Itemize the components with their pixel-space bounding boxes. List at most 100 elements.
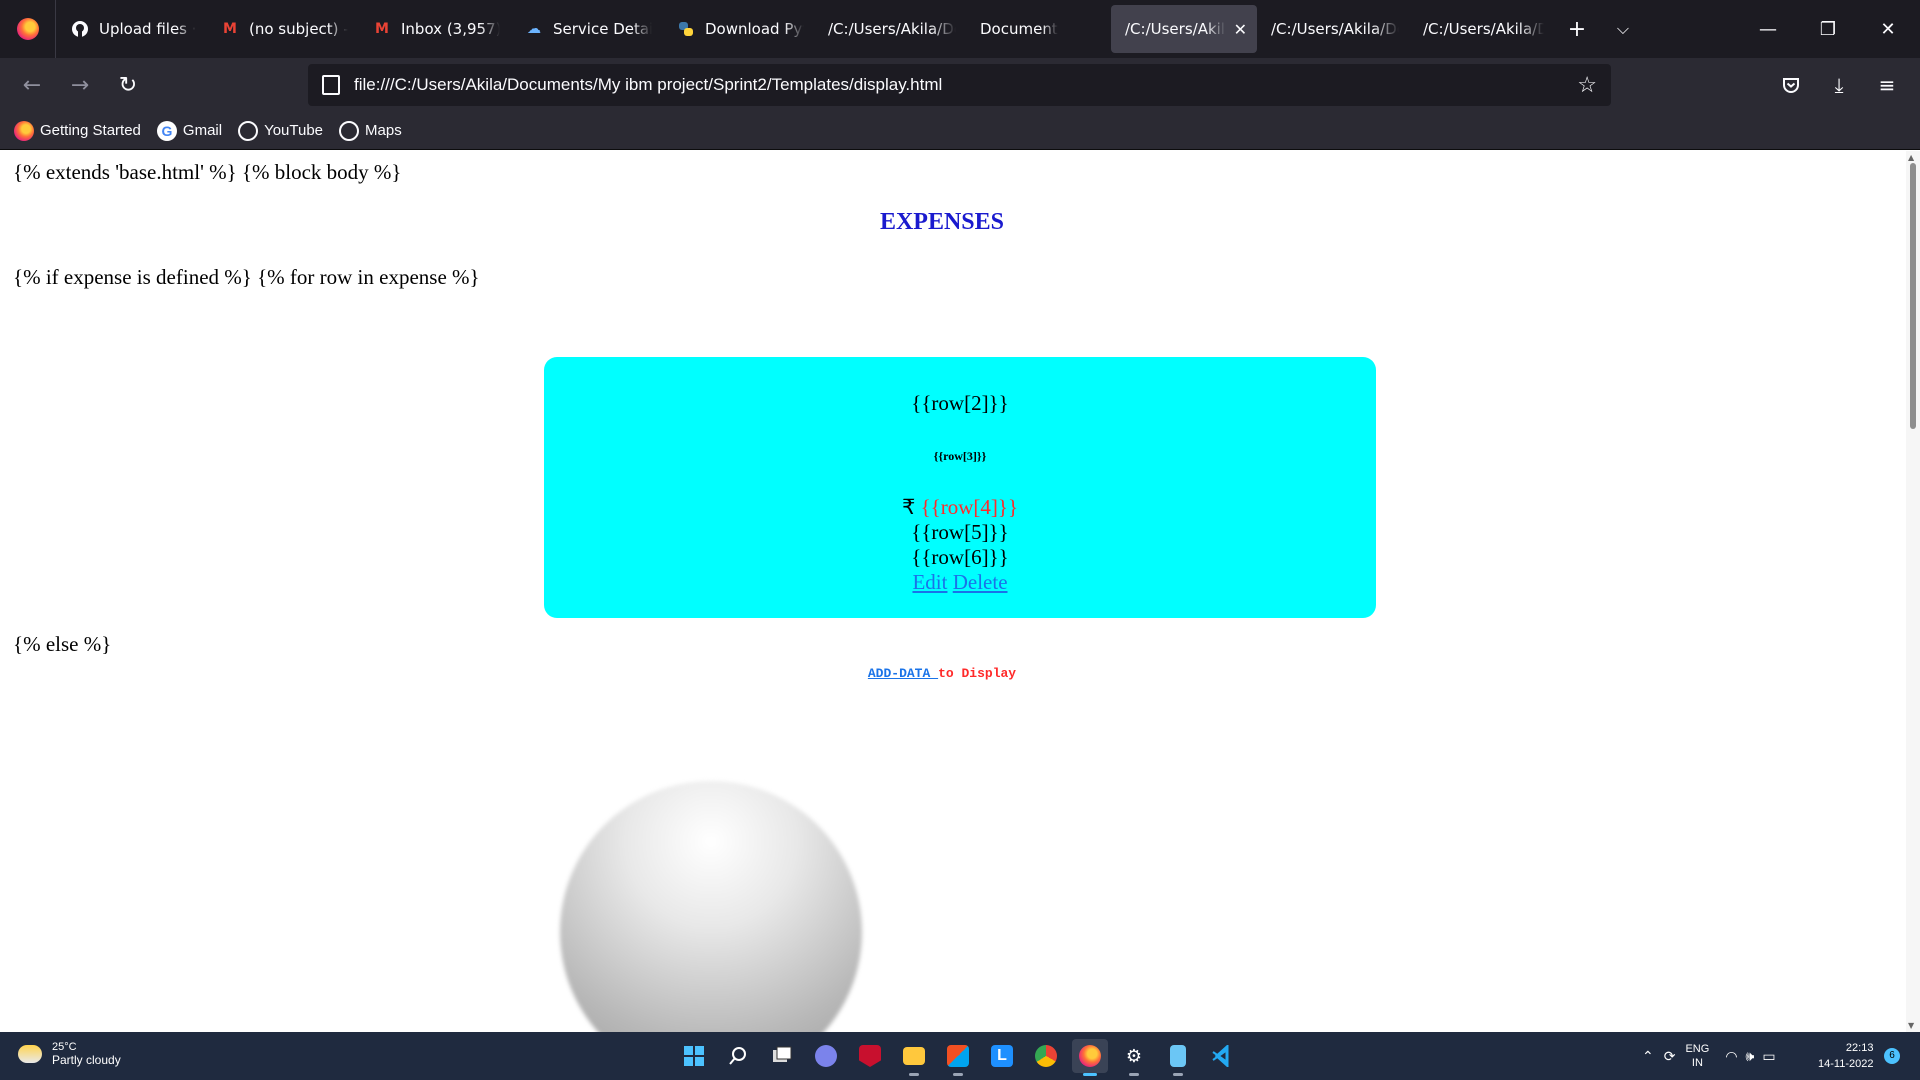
teams-chat-icon[interactable] [808,1039,844,1073]
url-text: file:///C:/Users/Akila/Documents/My ibm … [354,75,943,94]
gmail-icon: M [375,21,389,37]
mcafee-icon[interactable] [852,1039,888,1073]
firefox-icon [14,120,34,141]
downloads-icon[interactable]: ⤓ [1819,65,1859,105]
globe-icon [238,120,259,141]
row-6-text: {{row[6]}} [911,545,1009,569]
page-title: EXPENSES [879,209,1005,235]
file-explorer-icon[interactable] [896,1039,932,1076]
temperature: 25°C [52,1041,77,1053]
list-all-tabs-chevron-icon[interactable]: ⌵ [1600,6,1646,52]
row-4-amount: {{row[4]}} [920,495,1019,519]
github-icon [70,19,90,39]
url-bar[interactable]: file:///C:/Users/Akila/Documents/My ibm … [308,64,1611,106]
system-tray: ⌃ ⟳ ENG IN ◠ 🕪 ▭ [1642,1042,1776,1070]
bookmarks-bar: Getting Started G Gmail YouTube Maps [0,112,1920,150]
new-tab-plus-icon[interactable]: + [1554,6,1600,52]
clock[interactable]: 22:13 14-11-2022 [1818,1040,1873,1072]
add-data-suffix: to Display [938,666,1017,681]
page-scrollbar[interactable]: ▲ ▼ [1906,151,1920,1032]
weather-condition: Partly cloudy [52,1053,121,1067]
microsoft-store-icon[interactable] [940,1039,976,1076]
region-code: IN [1691,1057,1703,1069]
weather-widget[interactable]: 25°C Partly cloudy [18,1041,121,1067]
tab-upload-files[interactable]: Upload files · [56,6,206,52]
chrome-icon[interactable] [1028,1039,1064,1073]
forward-arrow-icon[interactable]: → [56,65,104,105]
start-windows-icon[interactable] [676,1039,712,1073]
card-values: ₹ {{row[4]}} {{row[5]}} {{row[6]}} Edit … [544,495,1376,595]
amount-line: ₹ {{row[4]}} [544,495,1376,520]
clock-time: 22:13 [1845,1042,1874,1054]
tab-download-python[interactable]: Download Pyt [662,6,814,52]
close-window-icon[interactable]: ✕ [1858,0,1918,58]
tab-file-3[interactable]: /C:/Users/Akila/Do [1409,6,1554,52]
globe-icon [339,120,360,141]
minimize-icon[interactable]: — [1738,0,1798,58]
windows-taskbar: 25°C Partly cloudy L ⚙ ⌃ ⟳ ENG IN ◠ 🕪 ▭ … [0,1032,1920,1080]
row-3-text: {{row[3]}} [933,449,987,463]
template-extends-line: {% extends 'base.html' %} {% block body … [13,160,402,184]
restore-icon[interactable]: ❐ [1798,0,1858,58]
template-if-line: {% if expense is defined %} {% for row i… [13,265,480,289]
google-icon: G [156,120,177,141]
expense-card: {{row[2]}} {{row[3]}} ₹ {{row[4]}} {{row… [544,357,1376,618]
sphere-image [560,781,862,1032]
back-arrow-icon[interactable]: ← [8,65,56,105]
tab-bar: Upload files · M (no subject) - M Inbox … [0,0,1920,58]
notification-badge[interactable]: 6 [1884,1048,1900,1064]
bookmark-star-icon[interactable]: ☆ [1577,72,1597,98]
taskbar-apps: L ⚙ [676,1039,1248,1076]
add-data-link[interactable]: ADD-DATA [868,666,938,681]
sync-icon[interactable]: ⟳ [1664,1048,1676,1065]
wifi-icon[interactable]: ◠ [1725,1048,1737,1065]
settings-gear-icon[interactable]: ⚙ [1116,1039,1152,1076]
navigation-bar: ← → ↻ file:///C:/Users/Akila/Documents/M… [0,58,1920,112]
menu-hamburger-icon[interactable]: ≡ [1867,65,1907,105]
tab-no-subject[interactable]: M (no subject) - [206,6,358,52]
bookmark-youtube[interactable]: YouTube [238,120,323,141]
battery-icon[interactable]: ▭ [1762,1048,1775,1065]
edit-link[interactable]: Edit [912,570,947,594]
tab-file-1[interactable]: /C:/Users/Akila/Do [814,6,966,52]
add-data-message: ADD-DATA to Display [0,666,1884,681]
clock-date: 14-11-2022 [1818,1058,1874,1070]
cloud-icon: ☁ [527,21,541,37]
language-indicator[interactable]: ENG IN [1685,1042,1709,1070]
reload-icon[interactable]: ↻ [104,65,152,105]
search-icon[interactable] [720,1039,756,1073]
pocket-icon[interactable] [1771,65,1811,105]
scroll-down-arrow-icon[interactable]: ▼ [1908,1021,1914,1030]
tab-document[interactable]: Document [966,6,1111,52]
page-icon [322,75,340,95]
language-code: ENG [1685,1043,1710,1055]
row-2-text: {{row[2]}} [911,391,1009,415]
template-else-line: {% else %} [13,632,112,656]
volume-icon[interactable]: 🕪 [1746,1048,1755,1065]
tab-service-details[interactable]: ☁ Service Details [510,6,662,52]
task-view-icon[interactable] [764,1039,800,1073]
bookmark-gmail[interactable]: G Gmail [156,120,222,141]
l-app-icon[interactable]: L [984,1039,1020,1073]
partly-cloudy-icon [18,1045,42,1063]
bookmark-getting-started[interactable]: Getting Started [14,120,141,141]
vscode-icon[interactable] [1204,1039,1240,1073]
tab-inbox[interactable]: M Inbox (3,957) - [358,6,510,52]
gmail-icon: M [223,21,237,37]
firefox-taskbar-icon[interactable] [1072,1039,1108,1076]
scroll-up-arrow-icon[interactable]: ▲ [1908,153,1914,162]
rupee-symbol: ₹ [901,495,916,519]
notepad-icon[interactable] [1160,1039,1196,1076]
close-tab-icon[interactable]: ✕ [1234,20,1247,39]
chevron-up-icon[interactable]: ⌃ [1642,1048,1654,1065]
tab-display-active[interactable]: /C:/Users/Akila/ ✕ [1111,5,1257,53]
python-icon [676,19,696,39]
card-actions: Edit Delete [544,570,1376,595]
page-content: {% extends 'base.html' %} {% block body … [0,151,1906,1032]
weather-text: 25°C Partly cloudy [52,1041,121,1067]
delete-link[interactable]: Delete [953,570,1008,594]
tab-file-2[interactable]: /C:/Users/Akila/Do [1257,6,1409,52]
scrollbar-thumb[interactable] [1910,163,1916,429]
bookmark-maps[interactable]: Maps [339,120,402,141]
firefox-menu-icon[interactable] [0,0,56,58]
